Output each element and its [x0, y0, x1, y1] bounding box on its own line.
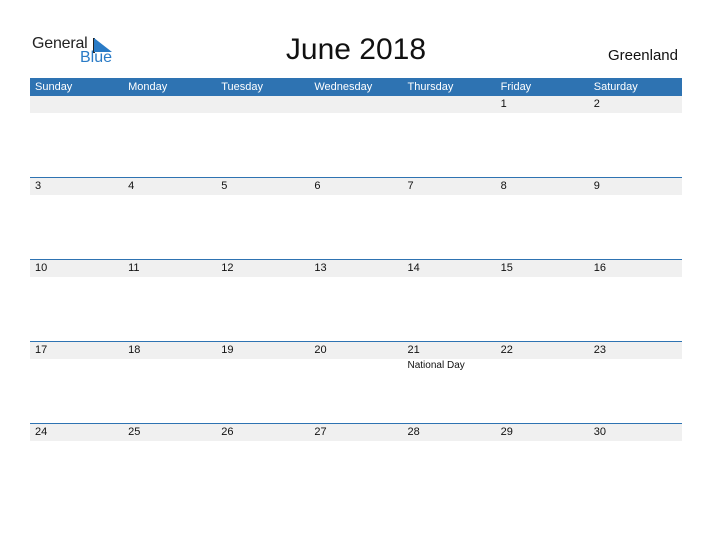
day-event: National Day: [407, 360, 465, 371]
day-number: 21: [407, 344, 420, 356]
weekday-monday: Monday: [128, 81, 168, 93]
week-event-row: National Day: [30, 359, 682, 373]
week-date-row: 24 25 26 27 28 29 30: [30, 424, 682, 441]
calendar-week: 12: [30, 96, 682, 177]
day-event: [123, 359, 216, 373]
weekday-wednesday: Wednesday: [314, 81, 373, 93]
day-number: [123, 96, 216, 113]
day-number: 18: [128, 344, 141, 356]
day-number: 19: [221, 344, 234, 356]
calendar-week: 24 25 26 27 28 29 30: [30, 423, 682, 505]
day-event: [216, 359, 309, 373]
day-number: 5: [221, 180, 228, 192]
day-number: [403, 96, 496, 113]
weekday-sunday: Sunday: [35, 81, 73, 93]
week-date-row: 17 18 19 20 21 22 23: [30, 342, 682, 359]
week-date-row: 3 4 5 6 7 8 9: [30, 178, 682, 195]
day-event: [309, 359, 402, 373]
day-number: 10: [35, 262, 48, 274]
calendar-grid: Sunday Monday Tuesday Wednesday Thursday…: [30, 78, 682, 505]
day-number: 15: [500, 262, 513, 274]
day-number: 28: [407, 426, 420, 438]
weekday-friday: Friday: [500, 81, 532, 93]
region-label: Greenland: [607, 47, 678, 64]
day-number: 20: [314, 344, 327, 356]
day-number: 7: [407, 180, 414, 192]
calendar-title: June 2018: [285, 33, 427, 66]
day-number: 4: [128, 180, 135, 192]
day-number: 2: [593, 98, 600, 110]
day-number: [216, 96, 309, 113]
day-event: [496, 359, 589, 373]
day-number: 26: [221, 426, 234, 438]
day-number: 16: [593, 262, 606, 274]
day-number: 1: [500, 98, 507, 110]
calendar-week: 17 18 19 20 21 22 23 National Day: [30, 341, 682, 423]
week-date-row: 10 11 12 13 14 15 16: [30, 260, 682, 277]
day-number: 13: [314, 262, 327, 274]
weekday-saturday: Saturday: [593, 81, 638, 93]
day-number: 6: [314, 180, 321, 192]
day-number: 30: [593, 426, 606, 438]
day-number: 14: [407, 262, 420, 274]
day-event: [589, 359, 682, 373]
day-number: 22: [500, 344, 513, 356]
day-number: [30, 96, 123, 113]
day-number: 3: [35, 180, 42, 192]
weekday-tuesday: Tuesday: [221, 81, 264, 93]
day-number: 23: [593, 344, 606, 356]
day-number: 24: [35, 426, 48, 438]
day-event: [30, 359, 123, 373]
day-number: 12: [221, 262, 234, 274]
week-date-row: 12: [30, 96, 682, 113]
day-number: [309, 96, 402, 113]
calendar-week: 3 4 5 6 7 8 9: [30, 177, 682, 259]
day-number: 11: [128, 262, 140, 274]
day-number: 9: [593, 180, 600, 192]
calendar-week: 10 11 12 13 14 15 16: [30, 259, 682, 341]
day-number: 27: [314, 426, 327, 438]
day-number: 25: [128, 426, 141, 438]
weekday-header: Sunday Monday Tuesday Wednesday Thursday…: [30, 78, 682, 96]
day-number: 29: [500, 426, 513, 438]
day-number: 8: [500, 180, 507, 192]
day-number: 17: [35, 344, 48, 356]
weekday-thursday: Thursday: [407, 81, 454, 93]
